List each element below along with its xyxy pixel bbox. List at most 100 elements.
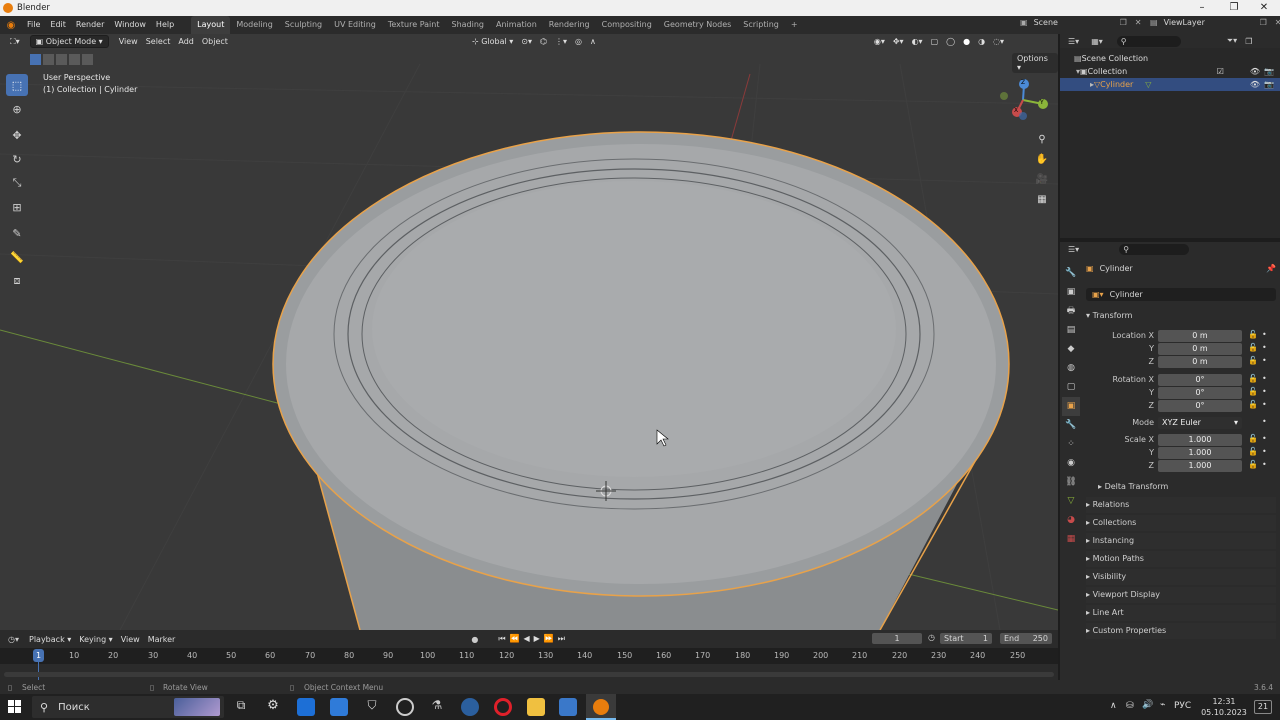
outliner-row-collection[interactable]: ▾ ▣ Collection ☑ 👁 📷 xyxy=(1060,65,1280,78)
lock-icon[interactable]: 🔓 xyxy=(1248,374,1258,383)
remove-viewlayer-icon[interactable]: ✕ xyxy=(1275,18,1280,27)
pan-hand-icon[interactable]: ✋ xyxy=(1034,150,1050,170)
menu-edit[interactable]: Edit xyxy=(45,16,71,34)
render-tab-icon[interactable]: ▣ xyxy=(1062,283,1080,302)
collections-panel-header[interactable]: ▸ Collections xyxy=(1086,515,1276,531)
blender-taskbar-button[interactable] xyxy=(586,694,616,720)
physics-tab-icon[interactable]: ◉ xyxy=(1062,454,1080,473)
transform-orientation-dropdown[interactable]: ⊹ Global ▾ xyxy=(468,36,517,47)
snap-icon[interactable]: ⌬ xyxy=(536,36,551,47)
viewlayer-selector[interactable]: ▤ ViewLayer ❐ ✕ xyxy=(1150,18,1280,27)
keyframe-dot-icon[interactable]: • xyxy=(1262,447,1267,456)
constraints-tab-icon[interactable]: ⛓ xyxy=(1062,473,1080,492)
falloff-icon[interactable]: ∧ xyxy=(586,36,600,47)
visibility-panel-header[interactable]: ▸ Visibility xyxy=(1086,569,1276,585)
jump-end-icon[interactable]: ⏭ xyxy=(558,634,569,643)
clock-icon[interactable]: ◷ xyxy=(928,633,935,642)
camera-icon[interactable]: 📷 xyxy=(1264,67,1274,76)
tab-sculpting[interactable]: Sculpting xyxy=(279,16,328,34)
scale-tool-icon[interactable]: ⤡ xyxy=(6,172,28,194)
clock[interactable]: 12:31 05.10.2023 xyxy=(1200,696,1248,718)
close-icon[interactable]: ✕ xyxy=(1248,0,1280,16)
remove-scene-icon[interactable]: ✕ xyxy=(1135,18,1142,27)
keyframe-dot-icon[interactable]: • xyxy=(1262,330,1267,339)
steam-icon[interactable] xyxy=(461,698,479,716)
texture-tab-icon[interactable]: ▦ xyxy=(1062,530,1080,549)
tab-scripting[interactable]: Scripting xyxy=(737,16,785,34)
pin-icon[interactable]: 📌 xyxy=(1266,264,1276,273)
snap-target-icon[interactable]: ⋮▾ xyxy=(551,36,571,47)
tray-app-icon[interactable]: ⛁ xyxy=(1126,701,1134,711)
transform-panel-header[interactable]: ▾ Transform xyxy=(1086,308,1276,324)
camera-icon[interactable]: 📷 xyxy=(1264,80,1274,89)
xray-icon[interactable]: ▢ xyxy=(927,36,943,47)
app-icon[interactable]: ⚗ xyxy=(428,698,446,716)
solid-shading-icon[interactable]: ● xyxy=(959,36,974,47)
tab-modeling[interactable]: Modeling xyxy=(230,16,278,34)
location-z-field[interactable]: 0 m xyxy=(1158,356,1242,368)
outliner-editor-icon[interactable]: ☰▾ xyxy=(1068,37,1079,46)
menu-marker[interactable]: Marker xyxy=(144,634,180,645)
rendered-shading-icon[interactable]: ◌▾ xyxy=(989,36,1008,47)
tab-shading[interactable]: Shading xyxy=(445,16,490,34)
rotate-tool-icon[interactable]: ↻ xyxy=(6,148,28,170)
browser-icon[interactable] xyxy=(396,698,414,716)
editor-type-icon[interactable]: ⛶▾ xyxy=(6,36,24,48)
location-x-field[interactable]: 0 m xyxy=(1158,330,1242,342)
end-frame-field[interactable]: End 250 xyxy=(1000,633,1052,644)
properties-search-input[interactable]: ⚲ xyxy=(1119,243,1190,255)
mode-dropdown[interactable]: ▣ Object Mode ▾ xyxy=(29,35,109,48)
move-tool-icon[interactable]: ✥ xyxy=(6,124,28,146)
keyframe-dot-icon[interactable]: • xyxy=(1262,460,1267,469)
zoom-icon[interactable]: ⚲ xyxy=(1034,130,1050,150)
windows-start-icon[interactable] xyxy=(8,700,22,714)
steam-client-icon[interactable] xyxy=(559,698,577,716)
menu-render[interactable]: Render xyxy=(71,16,109,34)
keyframe-dot-icon[interactable]: • xyxy=(1262,387,1267,396)
outliner-search-input[interactable]: ⚲ xyxy=(1116,35,1181,47)
delta-transform-header[interactable]: ▸ Delta Transform xyxy=(1098,479,1276,495)
menu-timeline-view[interactable]: View xyxy=(117,634,144,645)
lock-icon[interactable]: 🔓 xyxy=(1248,387,1258,396)
shield-icon[interactable]: ⛉ xyxy=(363,698,381,716)
scene-tab-icon[interactable]: ◆ xyxy=(1062,340,1080,359)
wireframe-shading-icon[interactable]: ◯ xyxy=(942,36,959,47)
volume-icon[interactable]: 🔊 xyxy=(1142,700,1153,710)
tab-texture-paint[interactable]: Texture Paint xyxy=(382,16,446,34)
lock-icon[interactable]: 🔓 xyxy=(1248,330,1258,339)
tab-layout[interactable]: Layout xyxy=(191,16,231,34)
view-layer-tab-icon[interactable]: ▤ xyxy=(1062,321,1080,340)
keyframe-dot-icon[interactable]: • xyxy=(1262,400,1267,409)
modifier-tab-icon[interactable]: 🔧 xyxy=(1062,416,1080,435)
outliner-row-scene-collection[interactable]: ▤ Scene Collection xyxy=(1060,52,1280,65)
filter-icon[interactable]: ⏷▾ xyxy=(1227,36,1237,46)
pivot-point-icon[interactable]: ⊙▾ xyxy=(517,36,536,47)
mail-icon[interactable] xyxy=(297,698,315,716)
custom-properties-panel-header[interactable]: ▸ Custom Properties xyxy=(1086,623,1276,639)
settings-gear-icon[interactable]: ⚙ xyxy=(264,698,282,716)
keyframe-dot-icon[interactable]: • xyxy=(1262,434,1267,443)
properties-editor-icon[interactable]: ☰▾ xyxy=(1068,245,1079,254)
menu-keying[interactable]: Keying ▾ xyxy=(75,634,116,645)
line-art-panel-header[interactable]: ▸ Line Art xyxy=(1086,605,1276,621)
rotation-y-field[interactable]: 0° xyxy=(1158,387,1242,399)
restore-icon[interactable]: ❐ xyxy=(1218,0,1250,16)
store-icon[interactable] xyxy=(330,698,348,716)
frame-indicator[interactable]: 1 xyxy=(33,649,44,662)
menu-window[interactable]: Window xyxy=(109,16,151,34)
jump-start-icon[interactable]: ⏮ xyxy=(498,634,509,643)
menu-view[interactable]: View xyxy=(115,36,142,47)
select-box-icon[interactable]: ⬚ xyxy=(6,74,28,96)
cursor-tool-icon[interactable]: ⊕ xyxy=(6,98,28,120)
keyframe-dot-icon[interactable]: • xyxy=(1262,356,1267,365)
viewport-display-panel-header[interactable]: ▸ Viewport Display xyxy=(1086,587,1276,603)
display-mode-icon[interactable]: ▦▾ xyxy=(1091,37,1103,46)
menu-help[interactable]: Help xyxy=(151,16,179,34)
rotation-x-field[interactable]: 0° xyxy=(1158,374,1242,386)
lock-icon[interactable]: 🔓 xyxy=(1248,447,1258,456)
tool-tab-icon[interactable]: 🔧 xyxy=(1062,264,1080,283)
scale-y-field[interactable]: 1.000 xyxy=(1158,447,1242,459)
proportional-edit-icon[interactable]: ◎ xyxy=(571,36,586,47)
play-icon[interactable]: ▶ xyxy=(534,634,544,643)
select-extend-icon[interactable] xyxy=(43,54,54,65)
